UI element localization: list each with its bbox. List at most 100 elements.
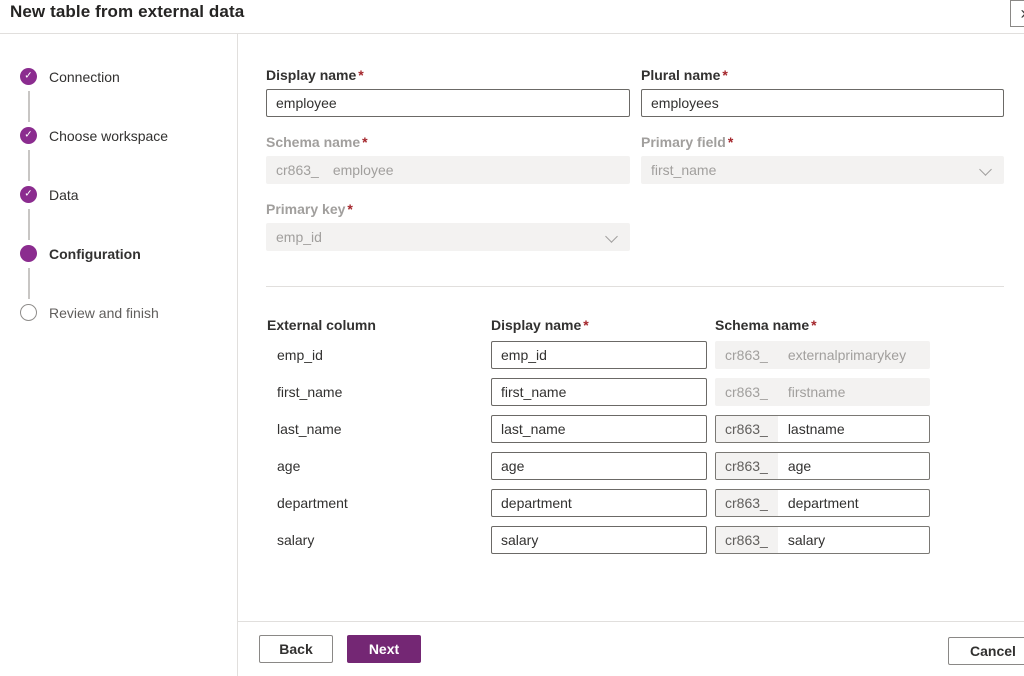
check-icon: ✓ — [24, 130, 32, 140]
schema-prefix-chip: cr863_ — [716, 342, 778, 368]
schema-prefix-chip: cr863_ — [716, 416, 778, 442]
required-asterisk: * — [358, 67, 363, 83]
plural-name-label: Plural name* — [641, 66, 1004, 84]
cancel-button[interactable]: Cancel — [948, 637, 1024, 665]
step-connector-line — [28, 91, 30, 122]
stepper-item-data: ✓ Data — [20, 186, 237, 240]
required-asterisk: * — [722, 67, 727, 83]
schema-prefix-chip: cr863_ — [716, 527, 778, 553]
column-schema-name-input — [778, 342, 929, 368]
step-current-icon — [20, 245, 37, 262]
stepper-item-connection: ✓ Connection — [20, 68, 237, 122]
required-asterisk: * — [811, 317, 816, 333]
column-schema-name-field: cr863_ — [715, 378, 930, 406]
step-completed-icon: ✓ — [20, 68, 37, 85]
table-row: age cr863_ — [266, 452, 1004, 480]
primary-key-value: emp_id — [276, 229, 322, 245]
required-asterisk: * — [347, 201, 352, 217]
required-asterisk: * — [728, 134, 733, 150]
schema-name-readonly: cr863_ employee — [266, 156, 630, 184]
table-row: department cr863_ — [266, 489, 1004, 517]
column-schema-name-input[interactable] — [778, 490, 929, 516]
step-completed-icon: ✓ — [20, 127, 37, 144]
back-button[interactable]: Back — [259, 635, 333, 663]
chevron-right-icon: › — [1021, 4, 1024, 22]
display-name-label: Display name* — [266, 66, 630, 84]
plural-name-input[interactable] — [641, 89, 1004, 117]
plural-name-field: Plural name* — [641, 66, 1004, 117]
external-column-name: first_name — [266, 384, 483, 400]
display-name-field: Display name* — [266, 66, 630, 117]
primary-key-dropdown: emp_id — [266, 223, 630, 251]
schema-prefix-chip: cr863_ — [716, 379, 778, 405]
external-column-header: External column — [266, 317, 483, 333]
external-column-name: age — [266, 458, 483, 474]
external-column-name: salary — [266, 532, 483, 548]
stepper-item-configuration: Configuration — [20, 245, 237, 299]
expand-button[interactable]: › — [1010, 0, 1024, 27]
column-schema-name-field: cr863_ — [715, 415, 930, 443]
schema-prefix-chip: cr863_ — [716, 453, 778, 479]
step-completed-icon: ✓ — [20, 186, 37, 203]
column-schema-name-input[interactable] — [778, 416, 929, 442]
next-button[interactable]: Next — [347, 635, 421, 663]
column-display-name-input[interactable] — [491, 452, 707, 480]
column-display-name-input[interactable] — [491, 415, 707, 443]
chevron-down-icon — [979, 163, 992, 176]
footer-bar: Back Next Cancel — [238, 621, 1024, 676]
step-connector-line — [28, 150, 30, 181]
primary-key-field: Primary key* emp_id — [266, 200, 630, 251]
required-asterisk: * — [362, 134, 367, 150]
stepper-item-review-and-finish: Review and finish — [20, 304, 237, 321]
step-upcoming-icon — [20, 304, 37, 321]
chevron-down-icon — [605, 230, 618, 243]
display-name-header: Display name* — [491, 317, 707, 333]
table-row: emp_idcr863_ — [266, 341, 1004, 369]
step-connector-line — [28, 268, 30, 299]
column-schema-name-field: cr863_ — [715, 341, 930, 369]
required-asterisk: * — [583, 317, 588, 333]
check-icon: ✓ — [24, 71, 32, 81]
wizard-stepper: ✓ Connection ✓ Choose workspace ✓ Data Configu… — [0, 34, 237, 321]
column-schema-name-field: cr863_ — [715, 452, 930, 480]
step-label: Choose workspace — [49, 128, 168, 144]
primary-key-label: Primary key* — [266, 200, 630, 218]
step-connector-line — [28, 209, 30, 240]
step-label: Data — [49, 187, 79, 203]
schema-value: employee — [333, 162, 394, 178]
schema-name-field: Schema name* cr863_ employee — [266, 133, 630, 184]
stepper-item-choose-workspace: ✓ Choose workspace — [20, 127, 237, 181]
column-display-name-input[interactable] — [491, 526, 707, 554]
wizard-sidebar: ✓ Connection ✓ Choose workspace ✓ Data Configu… — [0, 34, 238, 676]
step-label: Connection — [49, 69, 120, 85]
primary-field-dropdown: first_name — [641, 156, 1004, 184]
check-icon: ✓ — [24, 189, 32, 199]
column-display-name-input[interactable] — [491, 378, 707, 406]
step-label: Review and finish — [49, 305, 159, 321]
column-display-name-input[interactable] — [491, 341, 707, 369]
primary-field-field: Primary field* first_name — [641, 133, 1004, 184]
external-column-name: department — [266, 495, 483, 511]
new-table-dialog: { "dialog": { "title": "New table from e… — [0, 0, 1024, 676]
column-schema-name-field: cr863_ — [715, 526, 930, 554]
schema-prefix: cr863_ — [276, 162, 319, 178]
schema-name-header: Schema name* — [715, 317, 930, 333]
table-properties-form: Display name* Plural name* Schema name* … — [238, 34, 1024, 267]
column-schema-name-input[interactable] — [778, 453, 929, 479]
columns-table-rows: emp_idcr863_first_namecr863_last_namecr8… — [266, 341, 1004, 554]
schema-prefix-chip: cr863_ — [716, 490, 778, 516]
table-row: salary cr863_ — [266, 526, 1004, 554]
display-name-input[interactable] — [266, 89, 630, 117]
column-schema-name-input[interactable] — [778, 527, 929, 553]
column-display-name-input[interactable] — [491, 489, 707, 517]
columns-table-header: External column Display name* Schema nam… — [266, 317, 1004, 333]
table-row: last_namecr863_ — [266, 415, 1004, 443]
step-label: Configuration — [49, 246, 141, 262]
primary-field-value: first_name — [651, 162, 716, 178]
column-schema-name-field: cr863_ — [715, 489, 930, 517]
table-row: first_name cr863_ — [266, 378, 1004, 406]
primary-field-label: Primary field* — [641, 133, 1004, 151]
configuration-panel: Display name* Plural name* Schema name* … — [238, 34, 1024, 676]
columns-mapping-table: External column Display name* Schema nam… — [238, 287, 1024, 554]
dialog-title: New table from external data — [10, 2, 244, 22]
